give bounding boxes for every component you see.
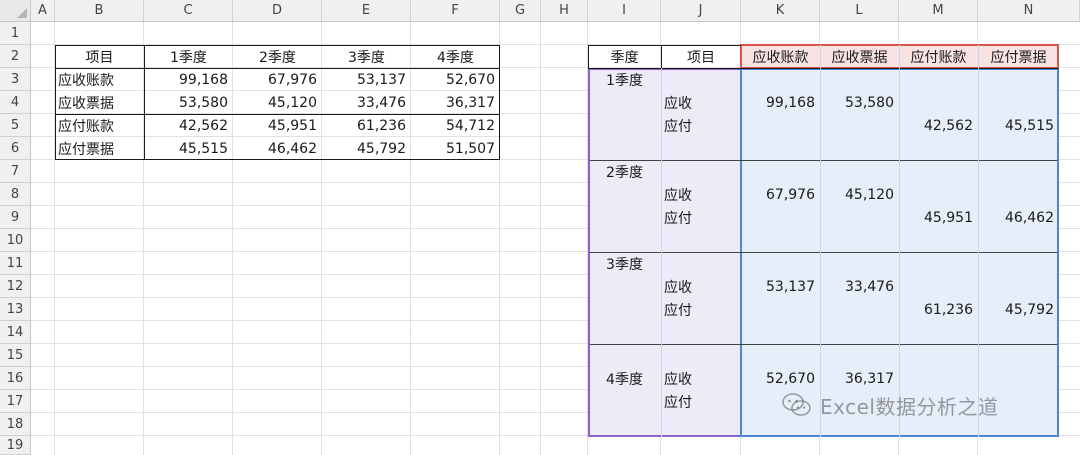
item-label[interactable]: 应收	[661, 367, 741, 390]
row-header-11[interactable]: 11	[0, 252, 31, 275]
value-cell[interactable]: 99,168	[741, 91, 820, 114]
value-cell[interactable]: 42,562	[899, 114, 978, 137]
col-header-h[interactable]: H	[541, 0, 588, 22]
season-label[interactable]: 1季度	[588, 68, 661, 91]
right-header-nr[interactable]: 应收票据	[820, 45, 899, 68]
col-header-l[interactable]: L	[820, 0, 899, 22]
col-header-f[interactable]: F	[411, 0, 500, 22]
value-cell[interactable]: 36,317	[820, 367, 899, 390]
row-header-19[interactable]: 19	[0, 436, 31, 455]
season-label[interactable]: 4季度	[588, 367, 661, 390]
value-cell[interactable]: 45,515	[978, 114, 1059, 137]
col-header-n[interactable]: N	[978, 0, 1080, 22]
left-header-q3[interactable]: 3季度	[322, 45, 411, 68]
left-cell[interactable]: 46,462	[233, 137, 322, 160]
left-cell[interactable]: 52,670	[411, 68, 500, 91]
left-header-q2[interactable]: 2季度	[233, 45, 322, 68]
value-cell[interactable]: 46,462	[978, 206, 1059, 229]
item-label[interactable]: 应收	[661, 183, 741, 206]
left-row-label[interactable]: 应付账款	[55, 114, 144, 137]
col-header-e[interactable]: E	[322, 0, 411, 22]
row-header-7[interactable]: 7	[0, 160, 31, 183]
value-cell[interactable]: 53,137	[741, 275, 820, 298]
select-all-icon	[17, 8, 27, 18]
row-header-18[interactable]: 18	[0, 413, 31, 436]
row-header-14[interactable]: 14	[0, 321, 31, 344]
col-header-g[interactable]: G	[500, 0, 541, 22]
left-cell[interactable]: 67,976	[233, 68, 322, 91]
right-header-ap[interactable]: 应付账款	[899, 45, 978, 68]
right-header-item[interactable]: 项目	[661, 45, 741, 68]
col-header-a[interactable]: A	[31, 0, 55, 22]
value-cell[interactable]: 53,580	[820, 91, 899, 114]
item-label[interactable]: 应付	[661, 298, 741, 321]
col-header-d[interactable]: D	[233, 0, 322, 22]
left-header-item[interactable]: 项目	[55, 45, 144, 68]
left-cell[interactable]: 33,476	[322, 91, 411, 114]
row-header-8[interactable]: 8	[0, 183, 31, 206]
value-cell[interactable]: 67,976	[741, 183, 820, 206]
left-cell[interactable]: 45,515	[144, 137, 233, 160]
row-header-16[interactable]: 16	[0, 367, 31, 390]
row-header-15[interactable]: 15	[0, 344, 31, 367]
left-cell[interactable]: 54,712	[411, 114, 500, 137]
col-header-b[interactable]: B	[55, 0, 144, 22]
right-header-season[interactable]: 季度	[588, 45, 661, 68]
item-label[interactable]: 应付	[661, 206, 741, 229]
right-header-ar[interactable]: 应收账款	[741, 45, 820, 68]
item-label[interactable]: 应付	[661, 390, 741, 413]
watermark: Excel数据分析之道	[782, 388, 998, 422]
row-header-10[interactable]: 10	[0, 229, 31, 252]
left-cell[interactable]: 45,792	[322, 137, 411, 160]
left-cell[interactable]: 45,951	[233, 114, 322, 137]
row-header-6[interactable]: 6	[0, 137, 31, 160]
row-header-4[interactable]: 4	[0, 91, 31, 114]
col-header-m[interactable]: M	[899, 0, 978, 22]
col-header-c[interactable]: C	[144, 0, 233, 22]
left-cell[interactable]: 99,168	[144, 68, 233, 91]
row-header-3[interactable]: 3	[0, 68, 31, 91]
left-row-label[interactable]: 应付票据	[55, 137, 144, 160]
left-header-q1[interactable]: 1季度	[144, 45, 233, 68]
value-cell[interactable]: 45,792	[978, 298, 1059, 321]
row-header-2[interactable]: 2	[0, 45, 31, 68]
left-header-q4[interactable]: 4季度	[411, 45, 500, 68]
value-cell[interactable]: 45,120	[820, 183, 899, 206]
row-header-12[interactable]: 12	[0, 275, 31, 298]
left-cell[interactable]: 51,507	[411, 137, 500, 160]
left-row-label[interactable]: 应收票据	[55, 91, 144, 114]
right-header-np[interactable]: 应付票据	[978, 45, 1059, 68]
col-header-j[interactable]: J	[661, 0, 741, 22]
value-cell[interactable]: 33,476	[820, 275, 899, 298]
wechat-icon	[782, 393, 811, 416]
item-label[interactable]: 应收	[661, 91, 741, 114]
season-label[interactable]: 2季度	[588, 160, 661, 183]
select-all-corner[interactable]	[0, 0, 31, 22]
col-header-i[interactable]: I	[588, 0, 661, 22]
row-header-5[interactable]: 5	[0, 114, 31, 137]
watermark-text: Excel数据分析之道	[820, 394, 999, 419]
row-header-1[interactable]: 1	[0, 22, 31, 45]
left-cell[interactable]: 42,562	[144, 114, 233, 137]
left-row-label[interactable]: 应收账款	[55, 68, 144, 91]
col-header-k[interactable]: K	[741, 0, 820, 22]
left-cell[interactable]: 45,120	[233, 91, 322, 114]
item-label[interactable]: 应收	[661, 275, 741, 298]
row-header-9[interactable]: 9	[0, 206, 31, 229]
left-cell[interactable]: 53,137	[322, 68, 411, 91]
value-cell[interactable]: 61,236	[899, 298, 978, 321]
value-cell[interactable]: 45,951	[899, 206, 978, 229]
left-cell[interactable]: 53,580	[144, 91, 233, 114]
value-cell[interactable]: 52,670	[741, 367, 820, 390]
left-cell[interactable]: 61,236	[322, 114, 411, 137]
row-header-13[interactable]: 13	[0, 298, 31, 321]
item-label[interactable]: 应付	[661, 114, 741, 137]
left-cell[interactable]: 36,317	[411, 91, 500, 114]
season-label[interactable]: 3季度	[588, 252, 661, 275]
spreadsheet: A B C D E F G H I J K L M N 1 2 3 4 5 6 …	[0, 0, 1080, 455]
row-header-17[interactable]: 17	[0, 390, 31, 413]
